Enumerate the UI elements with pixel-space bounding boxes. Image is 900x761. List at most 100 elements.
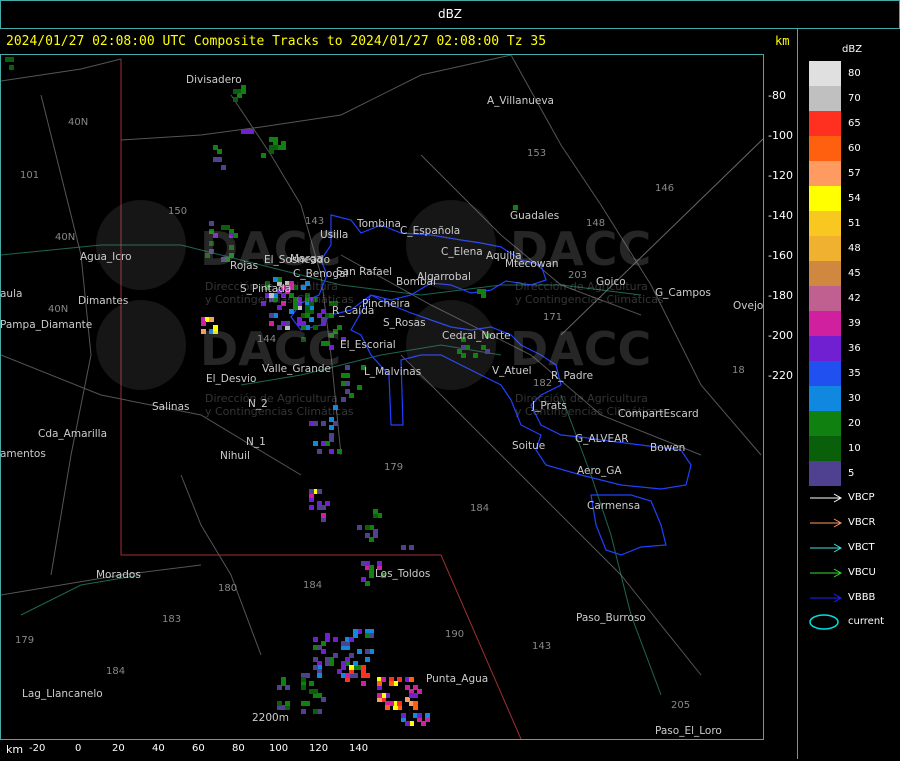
x-tick-label: 100 (269, 743, 289, 754)
radar-echo-cell (461, 353, 466, 358)
track-arrow-icon (810, 568, 843, 578)
place-label: G_Campos (655, 287, 711, 299)
place-label: J_Prats (532, 400, 567, 412)
radar-echo-cell (301, 709, 306, 714)
radar-echo-cell (341, 641, 346, 646)
place-label: El_Desvio (206, 373, 257, 385)
radar-echo-cell (361, 665, 366, 670)
route-label: 182 (533, 378, 553, 389)
radar-echo-cell (401, 713, 406, 718)
radar-echo-cell (249, 129, 254, 134)
radar-echo-cell (269, 145, 274, 150)
radar-echo-cell (345, 365, 350, 370)
route-label: 40N (48, 304, 69, 315)
radar-echo-cell (317, 505, 322, 510)
x-tick-label: 20 (112, 743, 125, 754)
radar-echo-cell (309, 689, 314, 694)
radar-echo-cell (217, 157, 222, 162)
place-label: amentos (0, 448, 46, 460)
place-label: V_Atuel (492, 365, 532, 377)
km-label-bottom: km (6, 743, 24, 756)
legend-label: 54 (848, 193, 861, 204)
place-label: Salinas (152, 401, 190, 413)
radar-echo-cell (313, 657, 318, 662)
place-label: Dimantes (78, 295, 129, 307)
radar-echo-cell (309, 489, 314, 494)
legend-label: 65 (848, 118, 861, 129)
radar-echo-cell (309, 681, 314, 686)
radar-echo-cell (325, 633, 330, 638)
radar-echo-cell (381, 677, 386, 682)
radar-echo-cell (341, 381, 346, 386)
radar-echo-cell (241, 129, 246, 134)
place-label: Nihuil (220, 450, 250, 462)
watermark-text: Dirección de Agricultura y Contingencias … (205, 392, 354, 418)
y-tick-label: -200 (768, 329, 793, 342)
place-label: G_ALVEAR (575, 433, 629, 445)
route-label: 179 (15, 635, 35, 646)
legend-swatch (809, 236, 841, 261)
y-tick-label: -160 (768, 249, 793, 262)
place-label: Los_Toldos (375, 568, 431, 580)
place-label: aula (0, 288, 23, 300)
radar-echo-cell (357, 385, 362, 390)
place-label: L_Malvinas (364, 366, 422, 378)
legend-label: 80 (848, 68, 861, 79)
radar-echo-cell (473, 353, 478, 358)
y-tick-label: -180 (768, 289, 793, 302)
legend-label: 70 (848, 93, 861, 104)
y-tick-label: -120 (768, 169, 793, 182)
route-label: 40N (68, 117, 89, 128)
radar-echo-cell (313, 441, 318, 446)
track-arrow-icon (810, 493, 843, 503)
radar-echo-cell (421, 721, 426, 726)
x-tick-label: 0 (75, 743, 82, 754)
place-label: Paso_El_Loro (655, 725, 722, 737)
radar-echo-cell (361, 681, 366, 686)
track-label: VBCR (848, 517, 876, 528)
route-label: 179 (384, 462, 404, 473)
legend-swatch (809, 461, 841, 486)
track-label: VBBB (848, 592, 876, 603)
legend-label: 42 (848, 293, 861, 304)
radar-echo-cell (241, 89, 246, 94)
radar-echo-cell (301, 677, 306, 682)
radar-echo-cell (365, 673, 370, 678)
radar-echo-cell (481, 345, 486, 350)
radar-echo-cell (377, 561, 382, 566)
place-label: Guadales (510, 210, 560, 222)
radar-echo-cell (365, 657, 370, 662)
radar-echo-cell (333, 637, 338, 642)
place-label: Usilla (320, 229, 349, 241)
radar-echo-cell (365, 649, 370, 654)
radar-echo-cell (233, 97, 238, 102)
route-label: 18 (732, 365, 745, 376)
radar-echo-cell (413, 701, 418, 706)
headline: 2024/01/27 02:08:00 UTC Composite Tracks… (6, 34, 547, 49)
radar-echo-cell (321, 309, 326, 314)
radar-echo-cell (405, 721, 410, 726)
radar-echo-cell (301, 685, 306, 690)
radar-echo-cell (233, 89, 238, 94)
radar-echo-cell (301, 701, 306, 706)
track-arrow-icon (810, 518, 843, 528)
radar-echo-cell (277, 701, 282, 706)
radar-echo-cell (337, 449, 342, 454)
radar-echo-cell (369, 537, 374, 542)
legend-swatch (809, 361, 841, 386)
radar-echo-cell (329, 433, 334, 438)
legend-swatch (809, 311, 841, 336)
legend-swatch (809, 211, 841, 236)
y-tick-label: -80 (768, 89, 786, 102)
route-label: 143 (532, 641, 552, 652)
radar-echo-cell (313, 421, 318, 426)
radar-echo-cell (353, 629, 358, 634)
radar-echo-cell (221, 165, 226, 170)
place-label: Cda_Amarilla (38, 428, 108, 440)
legend-label: 45 (848, 268, 861, 279)
route-label: 101 (20, 170, 40, 181)
place-label: Aero_GA (577, 465, 622, 477)
legend-label: 10 (848, 443, 861, 454)
radar-echo-cell (365, 581, 370, 586)
current-label: current (848, 616, 885, 627)
